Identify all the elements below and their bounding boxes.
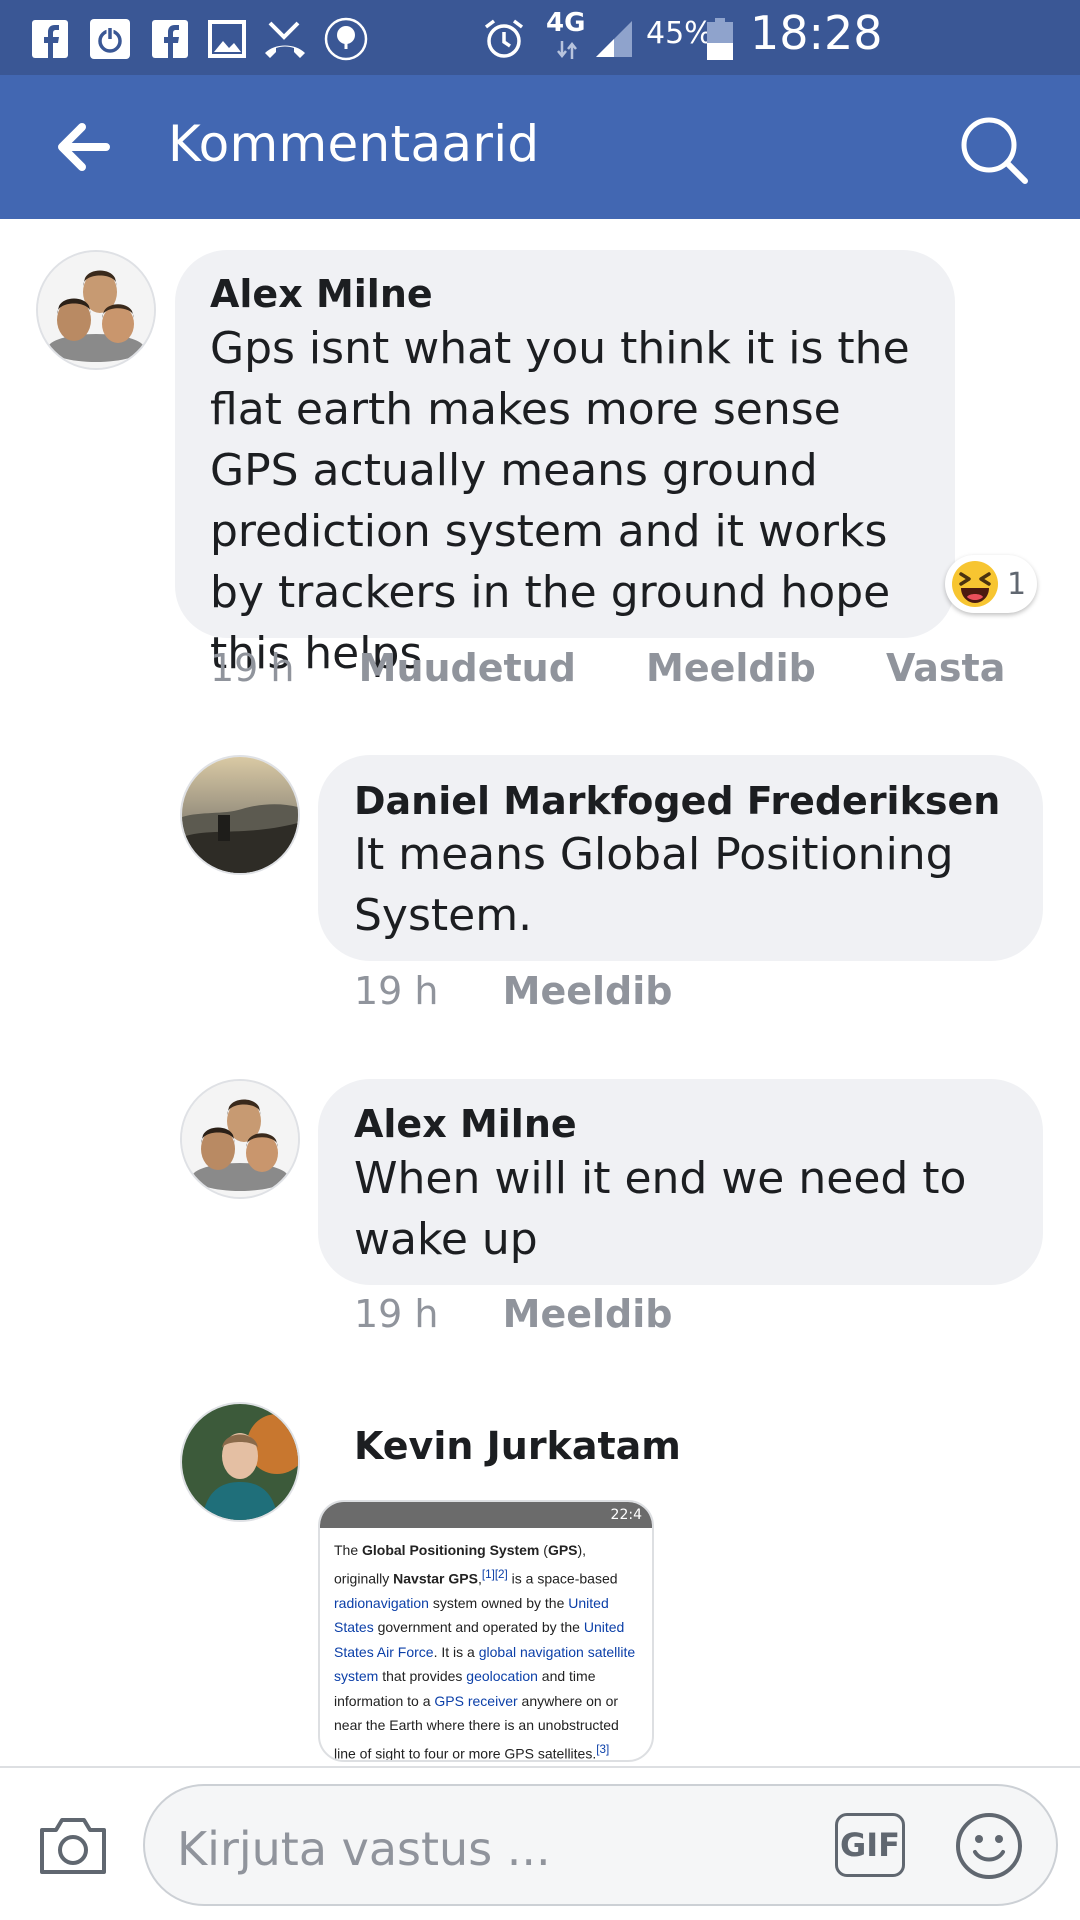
- like-button[interactable]: Meeldib: [646, 646, 816, 690]
- wiki-bold: Navstar GPS: [393, 1570, 478, 1587]
- comment-time: 19 h: [354, 1292, 439, 1336]
- wiki-link: GPS receiver: [434, 1692, 518, 1709]
- like-button[interactable]: Meeldib: [503, 969, 673, 1013]
- attachment-statusbar: 22:4: [320, 1502, 652, 1528]
- wiki-link: geolocation: [466, 1668, 538, 1685]
- wiki-text: (: [539, 1542, 548, 1558]
- avatar[interactable]: [180, 755, 300, 875]
- camera-icon[interactable]: [38, 1812, 108, 1876]
- wiki-reference: [1][2]: [481, 1567, 508, 1581]
- comment-time: 19 h: [210, 646, 295, 690]
- wiki-text: The: [334, 1542, 363, 1558]
- wiki-link: radionavigation: [334, 1594, 429, 1611]
- wiki-text: that provides: [378, 1668, 467, 1685]
- reply-placeholder: Kirjuta vastus ...: [177, 1822, 551, 1876]
- app-bar: Kommentaarid: [0, 75, 1080, 219]
- power-icon: [88, 14, 132, 64]
- wiki-text: is a space-based: [507, 1570, 618, 1587]
- reply-input[interactable]: Kirjuta vastus ... GIF: [143, 1784, 1058, 1906]
- smiley-icon[interactable]: [955, 1812, 1023, 1880]
- avatar[interactable]: [36, 250, 156, 370]
- status-bar: 4G 45% 18:28: [0, 0, 1080, 75]
- comment-author[interactable]: Daniel Markfoged Frederiksen: [354, 779, 1000, 823]
- comment-author[interactable]: Alex Milne: [210, 272, 433, 316]
- reaction-count: 1: [1007, 566, 1027, 602]
- wiki-bold: Global Positioning System: [362, 1542, 540, 1558]
- avatar[interactable]: [180, 1402, 300, 1522]
- search-icon[interactable]: [955, 111, 1035, 191]
- like-button[interactable]: Meeldib: [503, 1292, 673, 1336]
- gif-button[interactable]: GIF: [835, 1813, 905, 1877]
- signal-icon: [594, 14, 634, 64]
- clock: 18:28: [750, 6, 883, 60]
- comment-meta: 19 h Meeldib: [354, 1292, 672, 1336]
- wiki-reference: [3]: [596, 1742, 610, 1756]
- attachment-image[interactable]: 22:4 The Global Positioning System (GPS)…: [318, 1500, 654, 1762]
- comment-author[interactable]: Kevin Jurkatam: [354, 1424, 681, 1468]
- reply-composer: Kirjuta vastus ... GIF: [0, 1766, 1080, 1920]
- missed-call-icon: [262, 14, 308, 64]
- wiki-text: government and operated by the: [373, 1619, 584, 1636]
- wiki-bold: GPS: [547, 1542, 578, 1558]
- page-title: Kommentaarid: [168, 115, 540, 173]
- reaction-badge[interactable]: 1: [945, 555, 1037, 613]
- laughing-emoji-icon: [952, 561, 998, 607]
- attachment-time: 22:4: [610, 1507, 642, 1523]
- battery-icon: [706, 14, 734, 64]
- battery-percent: 45%: [646, 16, 713, 51]
- comment-meta: 19 h Meeldib: [354, 969, 672, 1013]
- reply-button[interactable]: Vasta: [886, 646, 1005, 690]
- edited-label[interactable]: Muudetud: [359, 646, 576, 690]
- wiki-text: . It is a: [433, 1643, 479, 1660]
- facebook-icon: [30, 14, 70, 64]
- comment-time: 19 h: [354, 969, 439, 1013]
- comment-text: It means Global Positioning System.: [354, 829, 954, 941]
- comment-text: Gps isnt what you think it is the flat e…: [210, 323, 910, 679]
- data-arrows-icon: [555, 38, 579, 62]
- gallery-icon: [207, 14, 247, 64]
- arrow-left-icon[interactable]: [52, 119, 112, 175]
- comment-meta: 19 h Muudetud Meeldib Vasta: [210, 646, 1005, 690]
- attachment-text: The Global Positioning System (GPS), ori…: [320, 1528, 652, 1760]
- comment-text: When will it end we need to wake up: [354, 1153, 967, 1265]
- wiki-text: system owned by the: [428, 1594, 569, 1611]
- alarm-icon: [482, 14, 526, 64]
- tree-seal-icon: [322, 14, 370, 64]
- avatar[interactable]: [180, 1079, 300, 1199]
- comment-author[interactable]: Alex Milne: [354, 1102, 577, 1146]
- network-label: 4G: [546, 8, 586, 38]
- facebook-icon: [150, 14, 190, 64]
